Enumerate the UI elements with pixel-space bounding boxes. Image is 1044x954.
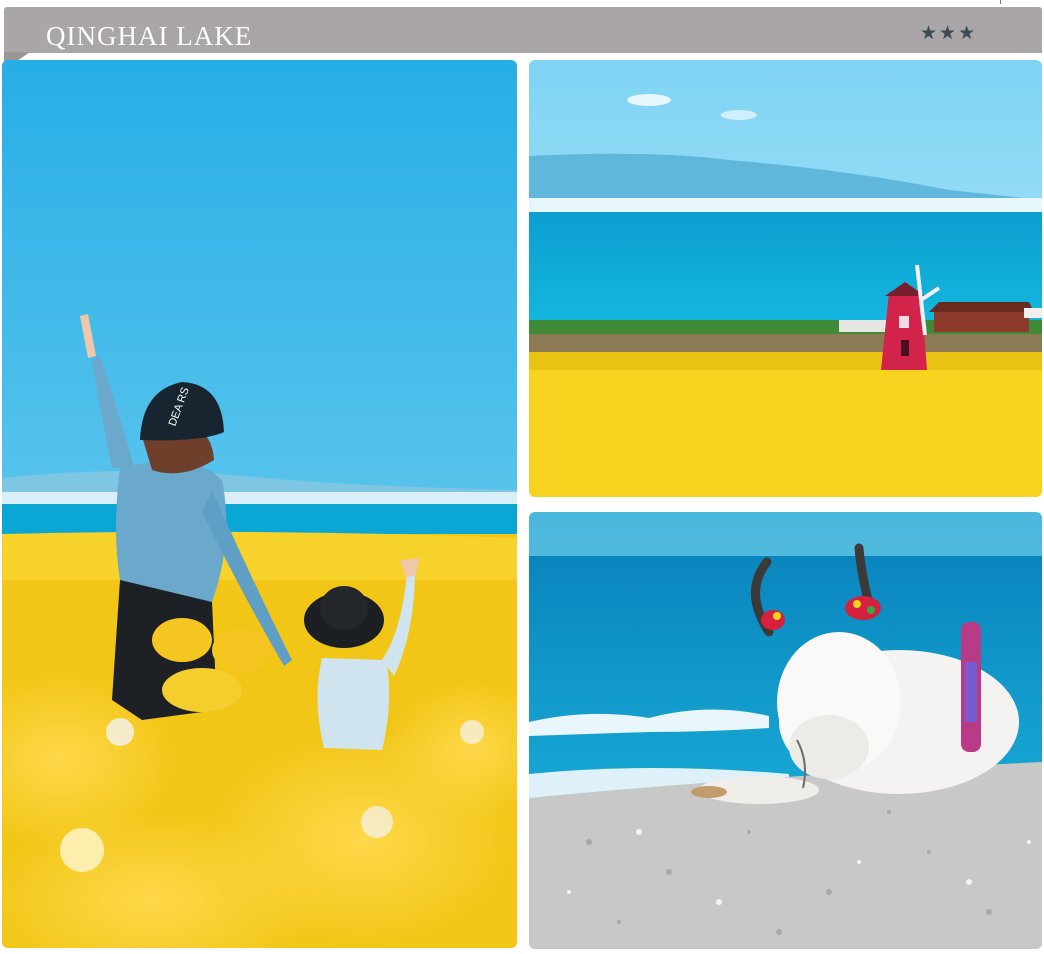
- top-edge-tick: [1000, 0, 1001, 4]
- photo-windmill-rapeseed-field[interactable]: [529, 60, 1042, 497]
- rating-stars-icon: ★★★: [920, 22, 978, 44]
- title-banner: QINGHAI LAKE ★★★: [4, 7, 1042, 53]
- flower-field-illustration: DEA RS: [2, 60, 517, 948]
- photo-white-yak-shore[interactable]: [529, 512, 1042, 949]
- windmill-illustration: [529, 60, 1042, 497]
- yak-illustration: [529, 512, 1042, 949]
- photo-woman-child-flower-field[interactable]: DEA RS: [2, 60, 517, 948]
- page-title: QINGHAI LAKE: [46, 21, 253, 51]
